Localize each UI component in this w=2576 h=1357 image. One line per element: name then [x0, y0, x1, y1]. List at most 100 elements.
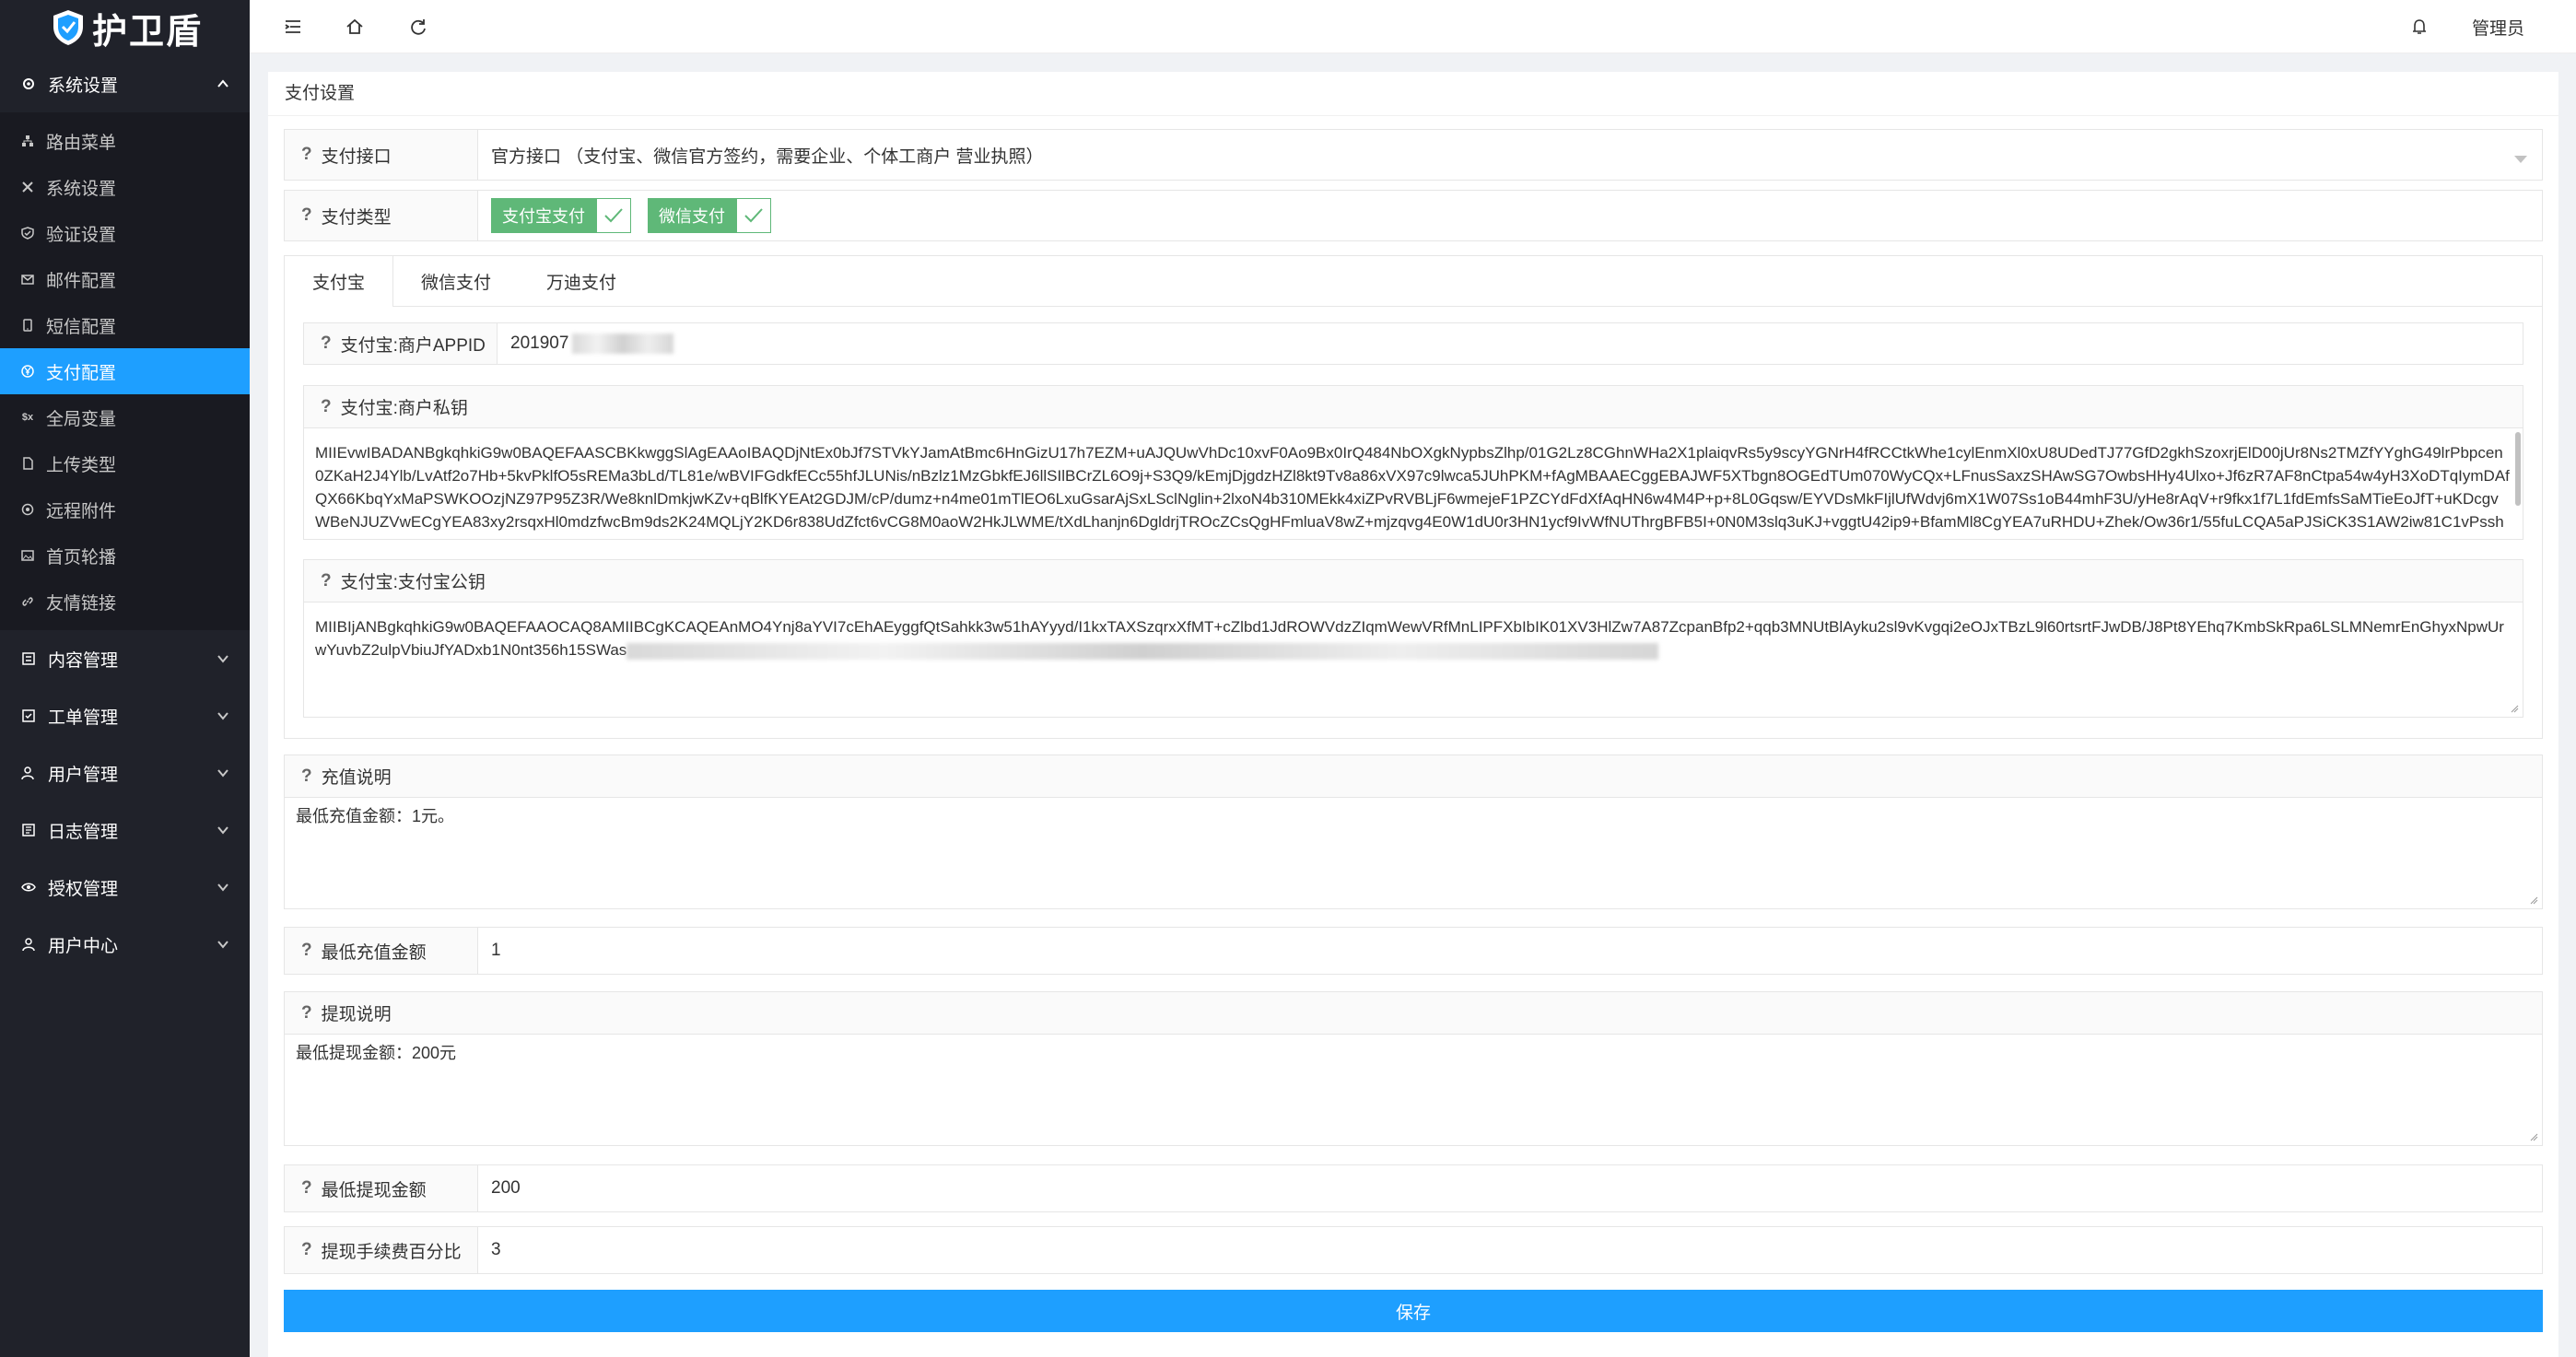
content-icon	[20, 650, 37, 667]
sidebar-group-label: 系统设置	[48, 76, 119, 96]
pay-interface-select[interactable]: 官方接口 （支付宝、微信官方签约，需要企业、个体工商户 营业执照）	[478, 130, 2542, 180]
sidebar-group-user-center[interactable]: 用户中心	[0, 916, 250, 973]
phone-icon	[20, 318, 35, 333]
pay-interface-label: ? 支付接口	[285, 130, 478, 180]
field-label: 最低充值金额	[321, 942, 427, 963]
alipay-appid-label: ? 支付宝:商户APPID	[304, 323, 498, 364]
alipay-private-key-textarea[interactable]: MIIEvwIBADANBgkqhkiG9w0BAQEFAASCBKkwggSl…	[304, 428, 2523, 539]
tab-wandi[interactable]: 万迪支付	[519, 256, 644, 306]
help-icon[interactable]: ?	[301, 1178, 312, 1199]
sidebar-item-payment-config[interactable]: 支付配置	[0, 348, 250, 394]
help-icon[interactable]: ?	[301, 1240, 312, 1260]
resize-handle-icon[interactable]	[2510, 704, 2519, 713]
recharge-desc-label: ? 充值说明	[285, 755, 2542, 798]
sidebar-submenu: 路由菜单 系统设置 验证设置 邮件配置 短信配置 支付配置 $x 全局变量 上传	[0, 112, 250, 630]
shield-check-icon	[20, 226, 35, 240]
tab-alipay[interactable]: 支付宝	[285, 256, 394, 307]
pay-interface-selected-value: 官方接口 （支付宝、微信官方签约，需要企业、个体工商户 营业执照）	[491, 146, 1044, 167]
sidebar-group-content[interactable]: 内容管理	[0, 630, 250, 687]
withdraw-fee-label: ? 提现手续费百分比	[285, 1227, 478, 1273]
gear-icon	[20, 76, 37, 92]
help-icon[interactable]: ?	[301, 1003, 312, 1024]
refresh-icon[interactable]	[408, 17, 428, 37]
sidebar-item-system-settings[interactable]: 系统设置	[0, 164, 250, 210]
sidebar-group-system-settings[interactable]: 系统设置	[0, 55, 250, 112]
sidebar-item-label: 路由菜单	[46, 133, 117, 153]
pay-type-alipay-checkbox[interactable]: 支付宝支付	[491, 198, 631, 233]
sidebar-group-tickets[interactable]: 工单管理	[0, 687, 250, 744]
user-icon	[20, 936, 37, 953]
top-bar: 管理员	[250, 0, 2576, 53]
recharge-desc-textarea[interactable]: 最低充值金额：1元。	[285, 798, 2542, 908]
textarea-scrollbar[interactable]	[2515, 432, 2521, 506]
sidebar-item-label: 邮件配置	[46, 271, 117, 291]
sidebar-group-label: 用户中心	[48, 936, 119, 956]
page-title: 支付设置	[268, 72, 2558, 116]
redacted-blur	[572, 333, 674, 354]
withdraw-fee-input[interactable]: 3	[478, 1227, 2542, 1273]
yen-circle-icon	[20, 364, 35, 379]
home-icon[interactable]	[345, 17, 365, 37]
sidebar-item-label: 上传类型	[46, 455, 117, 475]
help-icon[interactable]: ?	[301, 205, 312, 226]
alipay-public-key-textarea[interactable]: MIIBIjANBgkqhkiG9w0BAQEFAAOCAQ8AMIIBCgKC…	[304, 602, 2523, 717]
sidebar-item-label: 验证设置	[46, 225, 117, 245]
ticket-icon	[20, 708, 37, 724]
sidebar-item-label: 支付配置	[46, 363, 117, 383]
resize-handle-icon[interactable]	[2529, 895, 2538, 905]
chevron-up-icon	[217, 79, 228, 88]
help-icon[interactable]: ?	[321, 397, 332, 417]
recharge-desc-block: ? 充值说明 最低充值金额：1元。	[284, 755, 2543, 909]
field-label: 提现手续费百分比	[321, 1242, 462, 1262]
withdraw-fee-row: ? 提现手续费百分比 3	[284, 1226, 2543, 1274]
sidebar-item-global-vars[interactable]: $x 全局变量	[0, 394, 250, 440]
field-label: 支付宝:商户APPID	[340, 335, 486, 356]
sidebar-item-upload-types[interactable]: 上传类型	[0, 440, 250, 486]
help-icon[interactable]: ?	[301, 145, 312, 165]
chevron-down-icon	[217, 712, 228, 720]
resize-handle-icon[interactable]	[2529, 1132, 2538, 1141]
alipay-appid-input[interactable]: 201907	[498, 323, 2523, 364]
field-label: 支付类型	[321, 207, 392, 228]
dropdown-arrow-icon	[2514, 156, 2527, 163]
menu-collapse-icon[interactable]	[283, 17, 303, 37]
sitemap-icon	[20, 134, 35, 148]
sidebar-group-label: 内容管理	[48, 650, 119, 671]
withdraw-desc-textarea[interactable]: 最低提现金额：200元	[285, 1035, 2542, 1145]
alipay-appid-row: ? 支付宝:商户APPID 201907	[303, 322, 2523, 365]
sidebar-item-sms-config[interactable]: 短信配置	[0, 302, 250, 348]
min-withdraw-label: ? 最低提现金额	[285, 1165, 478, 1211]
sidebar-group-users[interactable]: 用户管理	[0, 744, 250, 801]
min-recharge-label: ? 最低充值金额	[285, 928, 478, 974]
sidebar-item-mail-config[interactable]: 邮件配置	[0, 256, 250, 302]
help-icon[interactable]: ?	[301, 766, 312, 787]
help-icon[interactable]: ?	[321, 333, 332, 354]
pay-type-wechat-checkbox[interactable]: 微信支付	[648, 198, 771, 233]
sidebar-item-remote-attachment[interactable]: 远程附件	[0, 486, 250, 532]
sidebar-group-logs[interactable]: 日志管理	[0, 801, 250, 859]
save-button[interactable]: 保存	[284, 1290, 2543, 1332]
help-icon[interactable]: ?	[321, 571, 332, 591]
chevron-down-icon	[217, 883, 228, 892]
admin-user-menu[interactable]: 管理员	[2472, 15, 2524, 40]
shield-logo-icon	[53, 10, 83, 45]
sidebar-item-friend-links[interactable]: 友情链接	[0, 579, 250, 625]
appid-value: 201907	[510, 333, 569, 353]
pay-type-options: 支付宝支付 微信支付	[478, 191, 2542, 240]
tab-wechat[interactable]: 微信支付	[393, 256, 519, 306]
sidebar-item-verify-settings[interactable]: 验证设置	[0, 210, 250, 256]
chevron-down-icon	[217, 826, 228, 835]
alipay-public-key-block: ? 支付宝:支付宝公钥 MIIBIjANBgkqhkiG9w0BAQEFAAOC…	[303, 559, 2523, 718]
help-icon[interactable]: ?	[301, 941, 312, 961]
app-logo[interactable]: 护卫盾	[0, 0, 250, 55]
min-recharge-input[interactable]: 1	[478, 928, 2542, 974]
field-label: 支付宝:商户私钥	[340, 399, 468, 418]
min-withdraw-input[interactable]: 200	[478, 1165, 2542, 1211]
sidebar-group-authorization[interactable]: 授权管理	[0, 859, 250, 916]
sidebar-item-label: 全局变量	[46, 409, 117, 429]
sidebar-item-home-carousel[interactable]: 首页轮播	[0, 532, 250, 579]
bell-icon[interactable]	[2409, 17, 2430, 37]
pay-interface-row: ? 支付接口 官方接口 （支付宝、微信官方签约，需要企业、个体工商户 营业执照）	[284, 129, 2543, 181]
sidebar-item-route-menu[interactable]: 路由菜单	[0, 118, 250, 164]
tools-icon	[20, 180, 35, 194]
